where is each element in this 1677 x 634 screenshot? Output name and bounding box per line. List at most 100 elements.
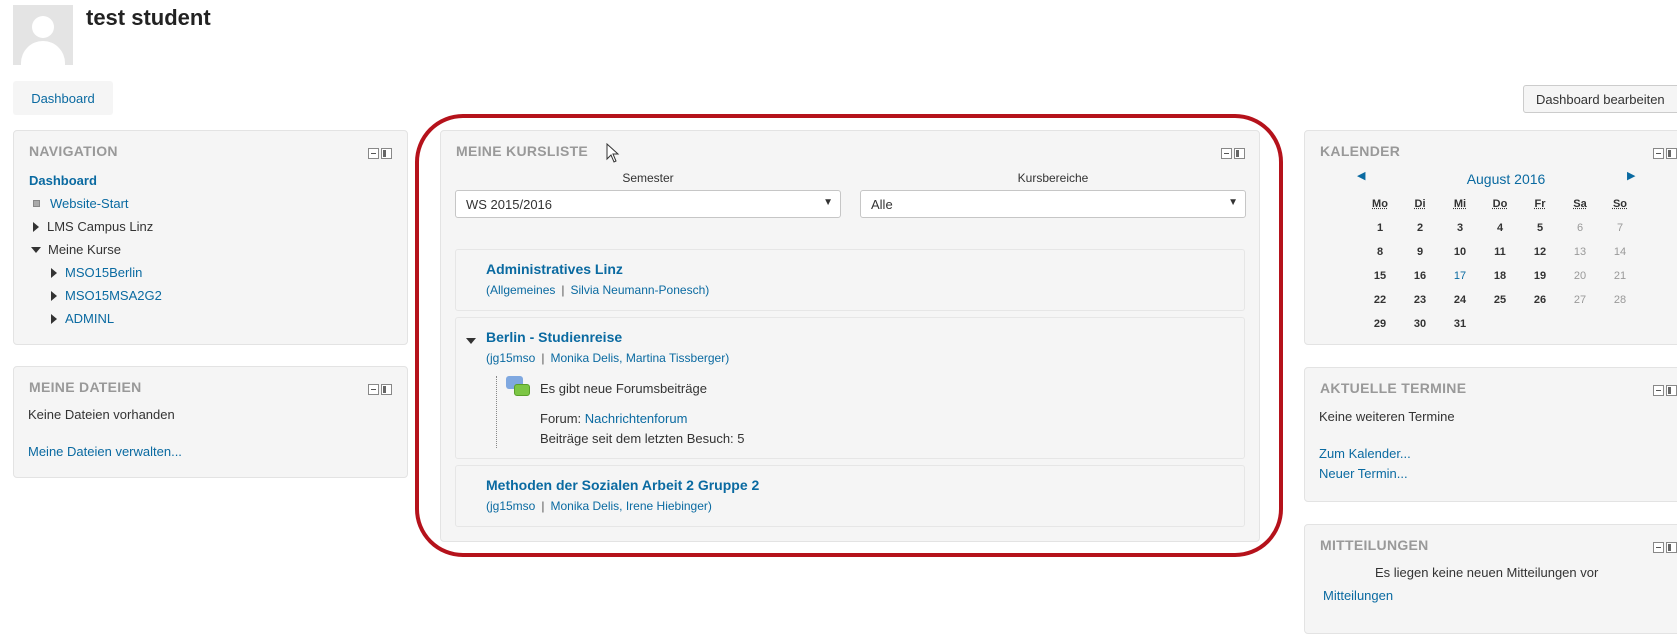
avatar[interactable] [13,5,73,65]
nav-website-start[interactable]: Website-Start [50,196,129,211]
block-controls[interactable] [1653,148,1677,160]
calendar-day[interactable]: 12 [1520,240,1560,264]
calendar-day[interactable]: 27 [1560,288,1600,312]
collapse-icon[interactable] [1653,148,1664,159]
course-category[interactable]: (Allgemeines [486,283,555,297]
semester-select[interactable]: WS 2015/2016 ▼ [455,190,841,218]
calendar-day[interactable]: 15 [1360,264,1400,288]
calendar-day [1560,312,1600,336]
nav-my-courses[interactable]: Meine Kurse [31,242,121,257]
calendar-day[interactable]: 11 [1480,240,1520,264]
course-teachers[interactable]: Monika Delis, Irene Hiebinger) [550,499,711,513]
collapse-icon[interactable] [368,384,379,395]
weekday-label: Sa [1560,192,1600,216]
dropdown-arrow-icon: ▼ [823,197,833,208]
calendar-day[interactable]: 26 [1520,288,1560,312]
nav-course-mso15berlin[interactable]: MSO15Berlin [65,265,142,280]
calendar-day[interactable]: 24 [1440,288,1480,312]
block-controls[interactable] [1653,542,1677,554]
calendar-day[interactable]: 21 [1600,264,1640,288]
bullet-icon [33,200,40,207]
calendar-day[interactable]: 14 [1600,240,1640,264]
collapse-icon[interactable] [1653,385,1664,396]
events-title: AKTUELLE TERMINE [1320,380,1466,396]
calendar-day[interactable]: 8 [1360,240,1400,264]
nav-dashboard[interactable]: Dashboard [29,173,97,188]
dock-icon[interactable] [1666,385,1677,396]
course-title[interactable]: Berlin - Studienreise [486,329,622,345]
calendar-day[interactable]: 4 [1480,216,1520,240]
next-month-icon[interactable]: ▶ [1627,169,1635,182]
messages-link[interactable]: Mitteilungen [1323,588,1393,603]
navigation-block: NAVIGATION Dashboard Website-Start LMS C… [13,130,408,345]
weekday-label: Di [1400,192,1440,216]
dock-icon[interactable] [1666,542,1677,553]
block-controls[interactable] [368,384,394,396]
expand-icon [51,314,57,324]
posts-since-visit: Beiträge seit dem letzten Besuch: 5 [540,431,745,446]
calendar-day[interactable]: 25 [1480,288,1520,312]
dock-icon[interactable] [381,148,392,159]
calendar-day[interactable]: 10 [1440,240,1480,264]
calendar-month[interactable]: August 2016 [1411,171,1601,187]
calendar-day[interactable]: 9 [1400,240,1440,264]
collapse-icon[interactable] [368,148,379,159]
calendar-day [1480,312,1520,336]
edit-dashboard-button[interactable]: Dashboard bearbeiten [1523,85,1677,113]
collapse-arrow-icon[interactable] [466,338,476,344]
course-item: Berlin - Studienreise (jg15mso | Monika De… [455,317,1245,459]
course-title[interactable]: Administratives Linz [486,261,623,277]
calendar-day[interactable]: 7 [1600,216,1640,240]
calendar-day[interactable]: 20 [1560,264,1600,288]
breadcrumb-dashboard[interactable]: Dashboard [13,81,113,115]
calendar-day[interactable]: 23 [1400,288,1440,312]
block-controls[interactable] [1221,148,1247,160]
calendar-day[interactable]: 1 [1360,216,1400,240]
calendar-day[interactable]: 3 [1440,216,1480,240]
course-category[interactable]: (jg15mso [486,499,535,513]
new-event-link[interactable]: Neuer Termin... [1319,466,1408,481]
block-controls[interactable] [368,148,394,160]
course-title[interactable]: Methoden der Sozialen Arbeit 2 Gruppe 2 [486,477,759,493]
go-to-calendar-link[interactable]: Zum Kalender... [1319,446,1411,461]
course-teachers[interactable]: Monika Delis, Martina Tissberger) [550,351,729,365]
calendar-day[interactable]: 19 [1520,264,1560,288]
navigation-title: NAVIGATION [29,143,118,159]
calendar-day [1520,312,1560,336]
calendar-day[interactable]: 5 [1520,216,1560,240]
collapse-icon[interactable] [1653,542,1664,553]
dock-icon[interactable] [1234,148,1245,159]
dock-icon[interactable] [381,384,392,395]
course-teachers[interactable]: Silvia Neumann-Ponesch) [571,283,710,297]
nav-course-mso15msa2g2[interactable]: MSO15MSA2G2 [65,288,162,303]
course-category[interactable]: (jg15mso [486,351,535,365]
mouse-cursor-icon [606,143,620,163]
calendar-day[interactable]: 6 [1560,216,1600,240]
collapse-icon[interactable] [1221,148,1232,159]
calendar-day[interactable]: 18 [1480,264,1520,288]
forum-link[interactable]: Nachrichtenforum [585,411,688,426]
messages-empty: Es liegen keine neuen Mitteilungen vor [1375,565,1598,580]
block-controls[interactable] [1653,385,1677,397]
semester-value: WS 2015/2016 [466,197,552,212]
calendar-day[interactable]: 28 [1600,288,1640,312]
manage-files-link[interactable]: Meine Dateien verwalten... [28,444,182,459]
nav-lms-campus[interactable]: LMS Campus Linz [33,219,153,234]
calendar-day[interactable]: 13 [1560,240,1600,264]
prev-month-icon[interactable]: ◀ [1357,169,1365,182]
dropdown-arrow-icon: ▼ [1228,197,1238,208]
area-select[interactable]: Alle ▼ [860,190,1246,218]
weekday-label: Mi [1440,192,1480,216]
calendar-day[interactable]: 31 [1440,312,1480,336]
calendar-day[interactable]: 30 [1400,312,1440,336]
meta-separator: | [541,499,544,513]
calendar-day[interactable]: 29 [1360,312,1400,336]
forum-notice: Es gibt neue Forumsbeiträge [540,381,707,396]
calendar-day[interactable]: 17 [1440,264,1480,288]
calendar-day[interactable]: 22 [1360,288,1400,312]
calendar-day[interactable]: 2 [1400,216,1440,240]
area-label: Kursbereiche [860,171,1246,185]
nav-course-adminl[interactable]: ADMINL [65,311,114,326]
dock-icon[interactable] [1666,148,1677,159]
calendar-day[interactable]: 16 [1400,264,1440,288]
